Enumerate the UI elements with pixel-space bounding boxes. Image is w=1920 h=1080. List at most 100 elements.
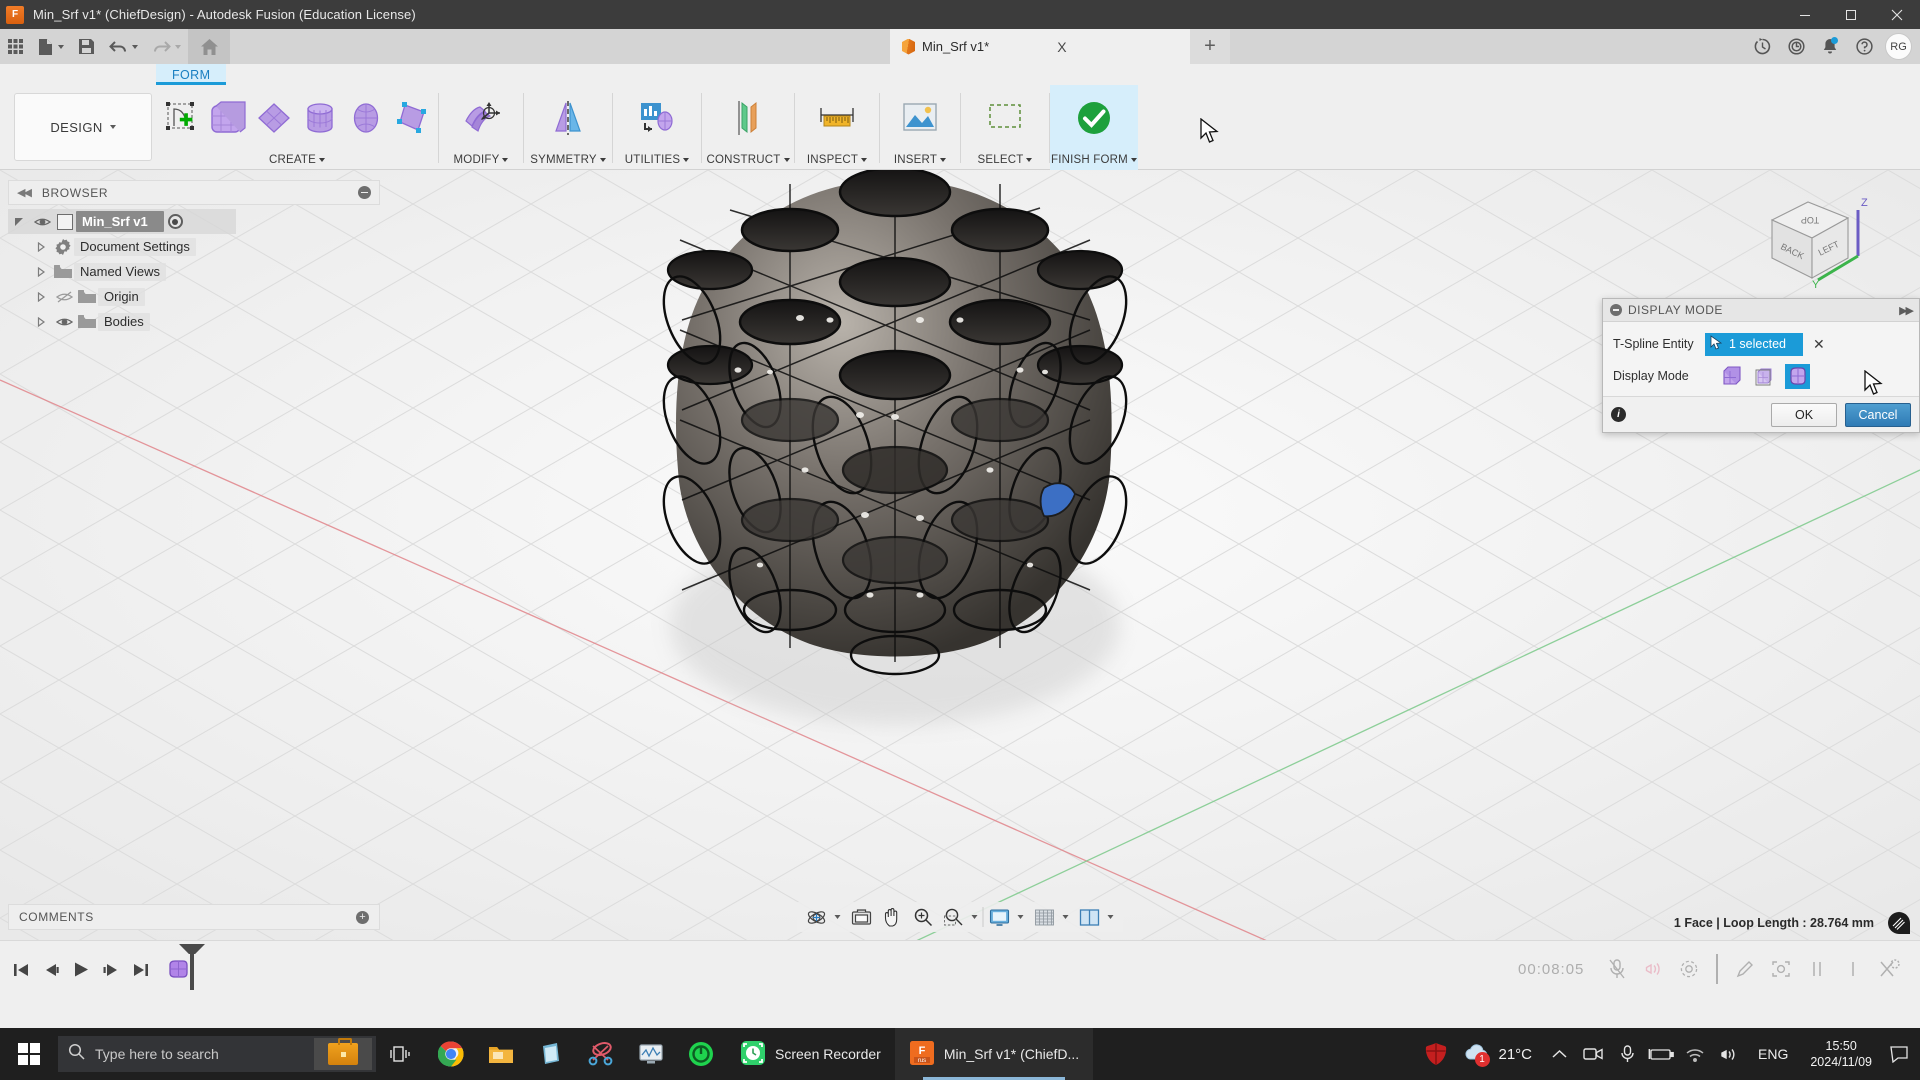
tree-item-component[interactable]: Min_Srf v1 bbox=[8, 209, 236, 234]
search-input[interactable]: Type here to search bbox=[58, 1036, 376, 1072]
pen-icon[interactable] bbox=[1728, 952, 1762, 986]
panel-label-construct[interactable]: CONSTRUCT bbox=[702, 150, 794, 170]
microphone-muted-icon[interactable] bbox=[1600, 952, 1634, 986]
action-center-icon[interactable] bbox=[1882, 1028, 1916, 1080]
camera-icon[interactable] bbox=[1576, 1028, 1610, 1080]
selection-filter-icon[interactable] bbox=[1888, 912, 1910, 934]
tspline-face-icon[interactable] bbox=[390, 92, 434, 144]
eye-visible-icon[interactable] bbox=[30, 216, 54, 228]
clock[interactable]: 15:50 2024/11/09 bbox=[1800, 1038, 1882, 1070]
control-frame-display-icon[interactable] bbox=[1752, 364, 1777, 389]
insert-canvas-icon[interactable] bbox=[898, 92, 942, 144]
offset-plane-icon[interactable] bbox=[726, 92, 770, 144]
tspline-box-icon[interactable] bbox=[206, 92, 250, 144]
new-document-icon[interactable] bbox=[31, 29, 71, 64]
tspline-sphere-icon[interactable] bbox=[344, 92, 388, 144]
eye-visible-icon[interactable] bbox=[52, 316, 76, 328]
panel-label-inspect[interactable]: INSPECT bbox=[795, 150, 879, 170]
panel-label-modify[interactable]: MODIFY bbox=[439, 150, 523, 170]
stop-icon[interactable] bbox=[1836, 952, 1870, 986]
microphone-icon[interactable] bbox=[1610, 1028, 1644, 1080]
sketch-plus-icon[interactable] bbox=[160, 92, 204, 144]
panel-label-symmetry[interactable]: SYMMETRY bbox=[524, 150, 612, 170]
go-to-end-icon[interactable] bbox=[126, 952, 156, 988]
battery-icon[interactable] bbox=[1644, 1028, 1678, 1080]
panel-options-icon[interactable] bbox=[358, 186, 371, 199]
pan-icon[interactable] bbox=[878, 902, 908, 932]
eye-hidden-icon[interactable] bbox=[52, 290, 76, 304]
job-status-icon[interactable] bbox=[1745, 29, 1779, 64]
pause-icon[interactable] bbox=[1800, 952, 1834, 986]
tspline-body[interactable] bbox=[620, 170, 1190, 770]
dialog-header[interactable]: DISPLAY MODE ▶▶ bbox=[1603, 299, 1919, 322]
home-icon[interactable] bbox=[188, 29, 230, 64]
tree-item-origin[interactable]: Origin bbox=[8, 284, 380, 309]
window-selection-icon[interactable] bbox=[983, 92, 1027, 144]
zoom-window-icon[interactable] bbox=[939, 902, 983, 932]
store-icon[interactable] bbox=[526, 1028, 576, 1080]
close-tab-icon[interactable]: X bbox=[1051, 39, 1072, 55]
expand-right-icon[interactable]: ▶▶ bbox=[1899, 304, 1914, 317]
volume-icon[interactable] bbox=[1712, 1028, 1746, 1080]
close-recorder-icon[interactable] bbox=[1872, 952, 1906, 986]
speaker-icon[interactable] bbox=[1636, 952, 1670, 986]
panel-label-select[interactable]: SELECT bbox=[961, 150, 1049, 170]
collapsed-arrow-icon[interactable] bbox=[30, 266, 52, 277]
edit-form-icon[interactable] bbox=[455, 92, 507, 144]
tspline-body-feature-icon[interactable] bbox=[166, 957, 192, 983]
panel-label-finish-form[interactable]: FINISH FORM bbox=[1050, 150, 1138, 170]
step-forward-icon[interactable] bbox=[96, 952, 126, 988]
collapse-left-icon[interactable]: ◀◀ bbox=[17, 186, 32, 199]
cancel-button[interactable]: Cancel bbox=[1845, 402, 1911, 427]
screenshot-icon[interactable] bbox=[1764, 952, 1798, 986]
tspline-plane-icon[interactable] bbox=[252, 92, 296, 144]
app-grid-icon[interactable] bbox=[0, 29, 31, 64]
task-view-icon[interactable] bbox=[376, 1028, 426, 1080]
clear-selection-icon[interactable]: ✕ bbox=[1813, 336, 1825, 353]
smooth-display-icon[interactable] bbox=[1785, 363, 1810, 389]
box-display-icon[interactable] bbox=[1719, 364, 1744, 389]
chevron-down-icon[interactable] bbox=[1017, 915, 1024, 919]
grid-snaps-icon[interactable] bbox=[1029, 902, 1074, 932]
security-shield-icon[interactable] bbox=[1419, 1028, 1453, 1080]
maximize-icon[interactable] bbox=[1828, 0, 1874, 29]
taskbar-item-screen-recorder[interactable]: Screen Recorder bbox=[726, 1028, 895, 1080]
chrome-icon[interactable] bbox=[426, 1028, 476, 1080]
document-tab[interactable]: Min_Srf v1* X bbox=[890, 29, 1190, 64]
play-icon[interactable] bbox=[66, 952, 96, 988]
selection-chip[interactable]: 1 selected bbox=[1705, 332, 1803, 356]
weather-widget[interactable]: 1 21°C bbox=[1453, 1042, 1543, 1067]
language-indicator[interactable]: ENG bbox=[1746, 1046, 1800, 1062]
expanded-arrow-icon[interactable] bbox=[8, 217, 30, 227]
collapsed-arrow-icon[interactable] bbox=[30, 291, 52, 302]
show-hidden-icons-icon[interactable] bbox=[1542, 1028, 1576, 1080]
app-green-icon[interactable] bbox=[676, 1028, 726, 1080]
avatar[interactable]: RG bbox=[1885, 33, 1912, 60]
chevron-down-icon[interactable] bbox=[971, 915, 978, 919]
save-icon[interactable] bbox=[71, 29, 102, 64]
orbit-icon[interactable] bbox=[802, 902, 846, 932]
collapse-dot-icon[interactable] bbox=[1610, 304, 1622, 316]
viewport[interactable]: ◀◀ BROWSER Min_Srf v1 Document Settings … bbox=[0, 170, 1920, 940]
zoom-icon[interactable] bbox=[908, 902, 939, 932]
tab-form[interactable]: FORM bbox=[156, 64, 227, 85]
make-uniform-icon[interactable] bbox=[635, 92, 679, 144]
snipping-tool-icon[interactable] bbox=[576, 1028, 626, 1080]
ok-button[interactable]: OK bbox=[1771, 402, 1837, 427]
windows-start-icon[interactable] bbox=[0, 1028, 58, 1080]
recorder-settings-icon[interactable] bbox=[1672, 952, 1706, 986]
panel-label-insert[interactable]: INSERT bbox=[880, 150, 960, 170]
recent-icon[interactable] bbox=[1779, 29, 1813, 64]
finish-form-check-icon[interactable] bbox=[1072, 92, 1116, 144]
performance-monitor-icon[interactable] bbox=[626, 1028, 676, 1080]
tree-item-document-settings[interactable]: Document Settings bbox=[8, 234, 380, 259]
viewcube[interactable]: TOP BACK LEFT Z Y bbox=[1760, 188, 1880, 303]
display-settings-icon[interactable] bbox=[984, 902, 1029, 932]
notifications-icon[interactable] bbox=[1813, 29, 1847, 64]
taskbar-item-fusion[interactable]: F rus Min_Srf v1* (ChiefD... bbox=[894, 1028, 1094, 1080]
viewports-icon[interactable] bbox=[1074, 902, 1119, 932]
wifi-icon[interactable] bbox=[1678, 1028, 1712, 1080]
tspline-cylinder-icon[interactable] bbox=[298, 92, 342, 144]
collapsed-arrow-icon[interactable] bbox=[30, 241, 52, 252]
panel-label-create[interactable]: CREATE bbox=[156, 150, 438, 170]
